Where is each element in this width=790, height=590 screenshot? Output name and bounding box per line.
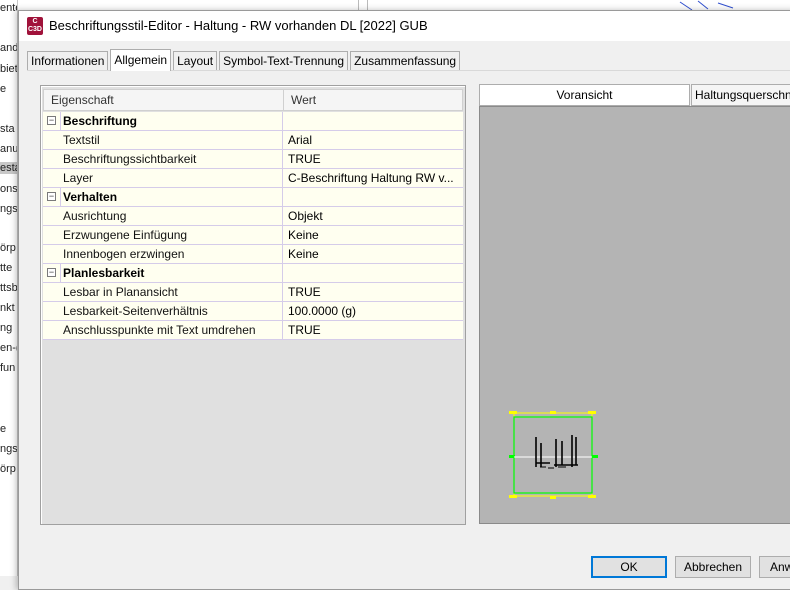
category-label: Planlesbarkeit: [63, 266, 145, 280]
background-text: anu: [0, 143, 18, 155]
property-row-layer[interactable]: Layer C-Beschriftung Haltung RW v...: [43, 169, 463, 188]
tab-symbol-text-trennung[interactable]: Symbol-Text-Trennung: [219, 51, 349, 71]
collapse-icon[interactable]: −: [47, 268, 56, 277]
category-row-planlesbarkeit[interactable]: − Planlesbarkeit: [43, 264, 463, 283]
property-value[interactable]: TRUE: [283, 321, 463, 339]
background-text: örp: [0, 242, 16, 254]
property-value[interactable]: Arial: [283, 131, 463, 149]
property-name: Innenbogen erzwingen: [63, 247, 185, 261]
property-value[interactable]: 100.0000 (g): [283, 302, 463, 320]
property-name: Beschriftungssichtbarkeit: [63, 152, 197, 166]
background-text: esta: [0, 162, 17, 174]
preview-tab-strip: Voransicht Haltungsquerschnitt: [479, 84, 790, 106]
background-text: nkt: [0, 302, 15, 314]
background-text: and: [0, 42, 18, 54]
background-text: sta: [0, 123, 15, 135]
collapse-icon[interactable]: −: [47, 116, 56, 125]
background-text: tte: [0, 262, 13, 274]
property-value[interactable]: Objekt: [283, 207, 463, 225]
tab-haltungsquerschnitt[interactable]: Haltungsquerschnitt: [691, 84, 790, 106]
background-text: ngs: [0, 443, 18, 455]
property-value[interactable]: C-Beschriftung Haltung RW v...: [283, 169, 463, 187]
category-label: Beschriftung: [63, 114, 138, 128]
property-name: Lesbar in Planansicht: [63, 285, 178, 299]
column-header-property[interactable]: Eigenschaft: [44, 90, 284, 110]
background-text: ngs: [0, 203, 18, 215]
property-row-lesbarkeit-seitenverhaeltnis[interactable]: Lesbarkeit-Seitenverhältnis 100.0000 (g): [43, 302, 463, 321]
property-row-textstil[interactable]: Textstil Arial: [43, 131, 463, 150]
property-row-ausrichtung[interactable]: Ausrichtung Objekt: [43, 207, 463, 226]
property-name: Lesbarkeit-Seitenverhältnis: [63, 304, 208, 318]
tab-zusammenfassung[interactable]: Zusammenfassung: [350, 51, 461, 71]
background-text: ng: [0, 322, 13, 334]
property-row-beschriftungssichtbarkeit[interactable]: Beschriftungssichtbarkeit TRUE: [43, 150, 463, 169]
grid-rows: − Beschriftung Textstil Arial Beschriftun…: [43, 112, 463, 340]
property-name: Erzwungene Einfügung: [63, 228, 188, 242]
background-text: onsp: [0, 183, 18, 195]
grid-header: Eigenschaft Wert: [43, 89, 463, 111]
property-value[interactable]: Keine: [283, 226, 463, 244]
background-text: fun: [0, 362, 16, 374]
title-bar[interactable]: C C3D Beschriftungsstil-Editor - Haltung …: [19, 11, 790, 41]
label-preview-graphic: [509, 411, 598, 499]
property-row-anschlusspunkte-umdrehen[interactable]: Anschlusspunkte mit Text umdrehen TRUE: [43, 321, 463, 340]
category-row-beschriftung[interactable]: − Beschriftung: [43, 112, 463, 131]
cancel-button[interactable]: Abbrechen: [675, 556, 751, 578]
property-row-lesbar-in-planansicht[interactable]: Lesbar in Planansicht TRUE: [43, 283, 463, 302]
background-text: biet: [0, 63, 18, 75]
category-row-verhalten[interactable]: − Verhalten: [43, 188, 463, 207]
column-header-value[interactable]: Wert: [284, 90, 462, 110]
tab-strip: Informationen Allgemein Layout Symbol-Te…: [27, 49, 462, 71]
window-title: Beschriftungsstil-Editor - Haltung - RW …: [49, 18, 428, 33]
property-grid: Eigenschaft Wert − Beschriftung Textstil …: [40, 85, 466, 525]
background-text: e: [0, 83, 7, 95]
property-name: Textstil: [63, 133, 100, 147]
property-name: Ausrichtung: [63, 209, 127, 223]
background-text: enten: [0, 2, 17, 14]
category-label: Verhalten: [63, 190, 118, 204]
tab-informationen[interactable]: Informationen: [27, 51, 109, 71]
background-app-panel: enten and biet e sta anu esta onsp ngs ö…: [0, 0, 18, 576]
property-value[interactable]: Keine: [283, 245, 463, 263]
property-row-innenbogen-erzwingen[interactable]: Innenbogen erzwingen Keine: [43, 245, 463, 264]
background-text: ttsb: [0, 282, 18, 294]
preview-canvas[interactable]: [479, 106, 790, 524]
label-style-editor-dialog: C C3D Beschriftungsstil-Editor - Haltung …: [18, 10, 790, 590]
background-text: örp: [0, 463, 16, 475]
property-value[interactable]: TRUE: [283, 283, 463, 301]
tab-voransicht[interactable]: Voransicht: [479, 84, 690, 106]
property-row-erzwungene-einfuegung[interactable]: Erzwungene Einfügung Keine: [43, 226, 463, 245]
tab-layout[interactable]: Layout: [173, 51, 218, 71]
apply-button[interactable]: Anw: [759, 556, 790, 578]
tab-allgemein[interactable]: Allgemein: [110, 49, 172, 71]
ok-button[interactable]: OK: [591, 556, 667, 578]
property-name: Anschlusspunkte mit Text umdrehen: [63, 323, 256, 337]
background-text: en-(: [0, 342, 18, 354]
property-value[interactable]: TRUE: [283, 150, 463, 168]
collapse-icon[interactable]: −: [47, 192, 56, 201]
property-name: Layer: [63, 171, 94, 185]
civil3d-app-icon: C C3D: [27, 17, 43, 35]
background-text: e: [0, 423, 7, 435]
